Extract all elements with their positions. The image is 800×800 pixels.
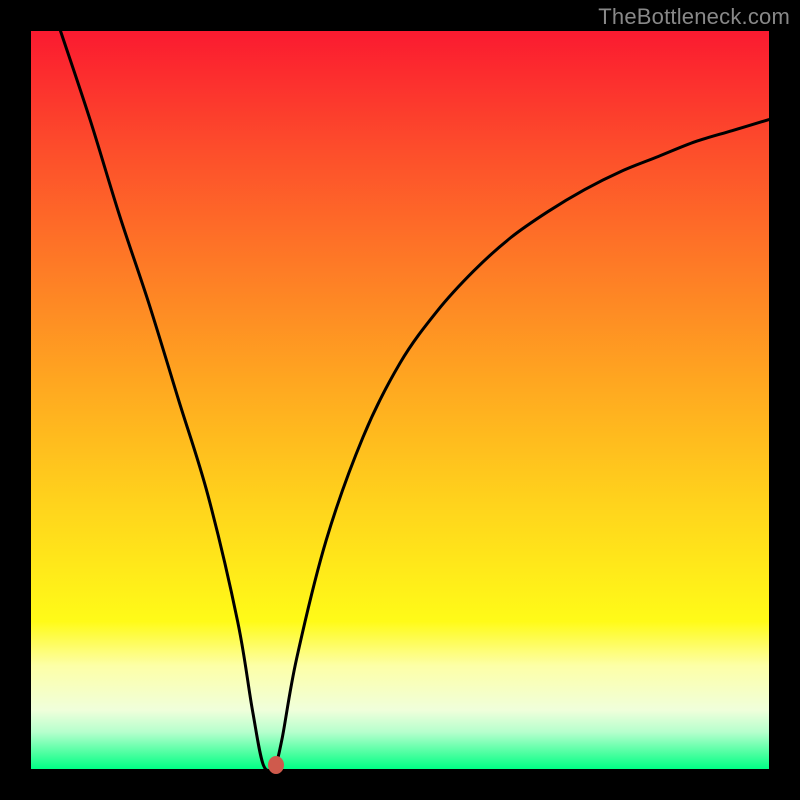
curve-path	[61, 31, 769, 771]
frame-right	[769, 0, 800, 800]
optimal-point-marker	[268, 756, 284, 774]
watermark-text: TheBottleneck.com	[598, 4, 790, 30]
bottleneck-curve	[31, 31, 769, 769]
frame-bottom	[0, 769, 800, 800]
frame-left	[0, 0, 31, 800]
